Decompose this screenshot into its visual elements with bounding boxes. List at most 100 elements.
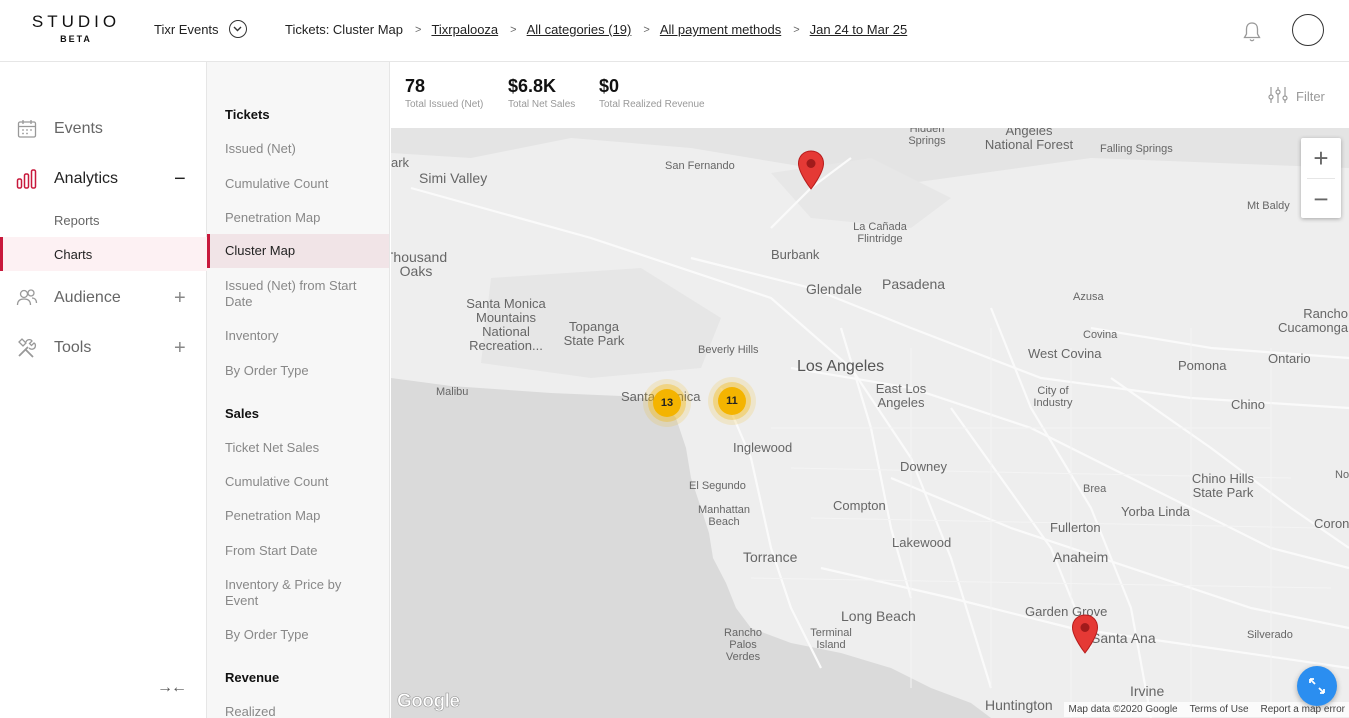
org-name: Tixr Events [154, 21, 219, 37]
place-label: San Fernando [665, 160, 735, 172]
top-bar: STUDIO BETA Tixr Events Tickets: Cluster… [0, 0, 1349, 62]
org-switcher[interactable]: Tixr Events [154, 20, 247, 38]
place-label: Ontario [1268, 351, 1311, 366]
collapse-sidebar-icon[interactable]: →← [157, 679, 187, 697]
collapse-analytics-icon[interactable]: − [174, 169, 186, 189]
chart-item-label: Cluster Map [225, 243, 296, 258]
chart-item-sales-net[interactable]: Ticket Net Sales [225, 440, 375, 456]
studio-logo[interactable]: STUDIO BETA [26, 12, 126, 44]
nav-subitem-charts-label: Charts [54, 246, 93, 262]
chevron-down-icon[interactable] [228, 20, 247, 38]
chart-item-revenue-realized[interactable]: Realized [225, 704, 375, 718]
stat-value: $6.8K [508, 76, 557, 96]
calendar-icon [16, 118, 38, 140]
expand-audience-icon[interactable]: + [174, 288, 186, 308]
chart-item-tickets-inventory[interactable]: Inventory [225, 328, 375, 344]
sales-heading: Sales [225, 406, 259, 421]
place-label: El Segundo [689, 480, 746, 492]
place-label: La Cañada Flintridge [853, 221, 907, 245]
place-label: Huntington [985, 697, 1053, 713]
stat-value: $0 [599, 76, 620, 96]
map-cluster[interactable]: 11 [718, 387, 746, 415]
place-label: Los Angeles [797, 358, 885, 375]
breadcrumb-date-range-link[interactable]: Jan 24 to Mar 25 [810, 22, 908, 37]
nav-subitem-reports-label: Reports [54, 212, 100, 228]
chart-item-tickets-by-order-type[interactable]: By Order Type [225, 363, 375, 379]
summary-stats: 78 Total Issued (Net) $6.8K Total Net Sa… [391, 62, 1349, 128]
place-label: Coron [1314, 516, 1349, 531]
place-label: Malibu [436, 386, 469, 398]
tools-icon [16, 337, 38, 359]
chart-item-sales-penetration-map[interactable]: Penetration Map [225, 508, 375, 524]
nav-item-audience[interactable]: Audience + [0, 283, 207, 313]
place-label: City of Industry [1033, 385, 1073, 409]
chart-item-tickets-issued[interactable]: Issued (Net) [225, 141, 375, 157]
nav-item-tools[interactable]: Tools + [0, 333, 207, 363]
zoom-out-button[interactable]: − [1301, 179, 1341, 219]
chart-item-sales-cumulative[interactable]: Cumulative Count [225, 474, 375, 490]
bell-icon[interactable] [1240, 20, 1264, 44]
nav-subitem-reports[interactable]: Reports [0, 203, 207, 237]
chart-item-tickets-cluster-map[interactable]: Cluster Map [207, 234, 389, 268]
bar-chart-icon [16, 168, 38, 190]
report-map-error-link[interactable]: Report a map error [1261, 704, 1345, 715]
place-label: Long Beach [841, 608, 916, 624]
map-data-credit: Map data ©2020 Google [1068, 704, 1178, 715]
nav-subitem-charts[interactable]: Charts [0, 237, 207, 271]
place-label: Chino Hills State Park [1191, 471, 1255, 500]
left-nav: Events Analytics − Reports Charts Audien… [0, 62, 207, 718]
map-pin-icon[interactable] [1071, 614, 1099, 654]
google-logo: Google [397, 691, 461, 713]
place-label: Terminal Island [810, 627, 852, 651]
breadcrumb-event-link[interactable]: Tixrpalooza [431, 22, 498, 37]
stat-total-realized-revenue: $0 Total Realized Revenue [599, 76, 705, 110]
nav-item-events[interactable]: Events [0, 114, 207, 144]
place-label: Beverly Hills [698, 344, 759, 356]
sliders-icon [1268, 86, 1288, 107]
place-label: Topanga State Park [563, 319, 625, 348]
cluster-map[interactable]: ark Simi Valley San Fernando Hidden Spri… [391, 128, 1349, 718]
chart-item-sales-inventory-price[interactable]: Inventory & Price by Event [225, 577, 375, 609]
map-pin-icon[interactable] [797, 150, 825, 190]
map-cluster[interactable]: 13 [653, 389, 681, 417]
nav-label-events: Events [54, 120, 103, 137]
place-label: Fullerton [1050, 520, 1101, 535]
place-label: Lakewood [892, 535, 952, 550]
chart-item-sales-by-order-type[interactable]: By Order Type [225, 627, 375, 643]
terms-of-use-link[interactable]: Terms of Use [1190, 704, 1249, 715]
place-label: Angeles National Forest [984, 128, 1074, 152]
filter-label: Filter [1296, 89, 1325, 104]
place-label: Irvine [1130, 683, 1165, 699]
place-label: Simi Valley [419, 170, 488, 186]
chart-item-tickets-cumulative[interactable]: Cumulative Count [225, 176, 375, 192]
breadcrumb-categories-link[interactable]: All categories (19) [527, 22, 632, 37]
breadcrumb-payment-link[interactable]: All payment methods [660, 22, 781, 37]
place-label: Azusa [1073, 291, 1104, 303]
place-label: Falling Springs [1100, 143, 1173, 155]
expand-tools-icon[interactable]: + [174, 338, 186, 358]
place-label: Manhattan Beach [698, 504, 750, 528]
breadcrumb-separator: > [510, 23, 517, 36]
nav-item-analytics[interactable]: Analytics − [0, 164, 207, 194]
stat-label: Total Net Sales [508, 99, 576, 110]
zoom-in-button[interactable]: + [1301, 138, 1341, 178]
chart-item-sales-from-start[interactable]: From Start Date [225, 543, 375, 559]
zoom-control: + − [1301, 138, 1341, 218]
avatar[interactable] [1292, 14, 1324, 46]
tickets-heading: Tickets [225, 107, 270, 122]
chart-item-tickets-issued-from-start[interactable]: Issued (Net) from Start Date [225, 278, 375, 310]
stat-total-issued: 78 Total Issued (Net) [405, 76, 483, 110]
place-label: Santa Monica Mountains National Recreati… [466, 296, 546, 353]
nav-label-analytics: Analytics [54, 170, 119, 187]
breadcrumb-current: Tickets: Cluster Map [285, 22, 403, 37]
filter-button[interactable]: Filter [1268, 86, 1325, 107]
users-icon [16, 287, 38, 309]
logo-main-text: STUDIO [31, 12, 121, 31]
stat-total-net-sales: $6.8K Total Net Sales [508, 76, 575, 110]
place-label: Pasadena [882, 276, 946, 292]
place-label: Hidden Springs [908, 128, 946, 147]
place-label: Downey [900, 459, 947, 474]
chart-item-tickets-penetration-map[interactable]: Penetration Map [225, 210, 375, 226]
place-label: Anaheim [1053, 549, 1109, 565]
expand-icon[interactable] [1297, 666, 1337, 706]
